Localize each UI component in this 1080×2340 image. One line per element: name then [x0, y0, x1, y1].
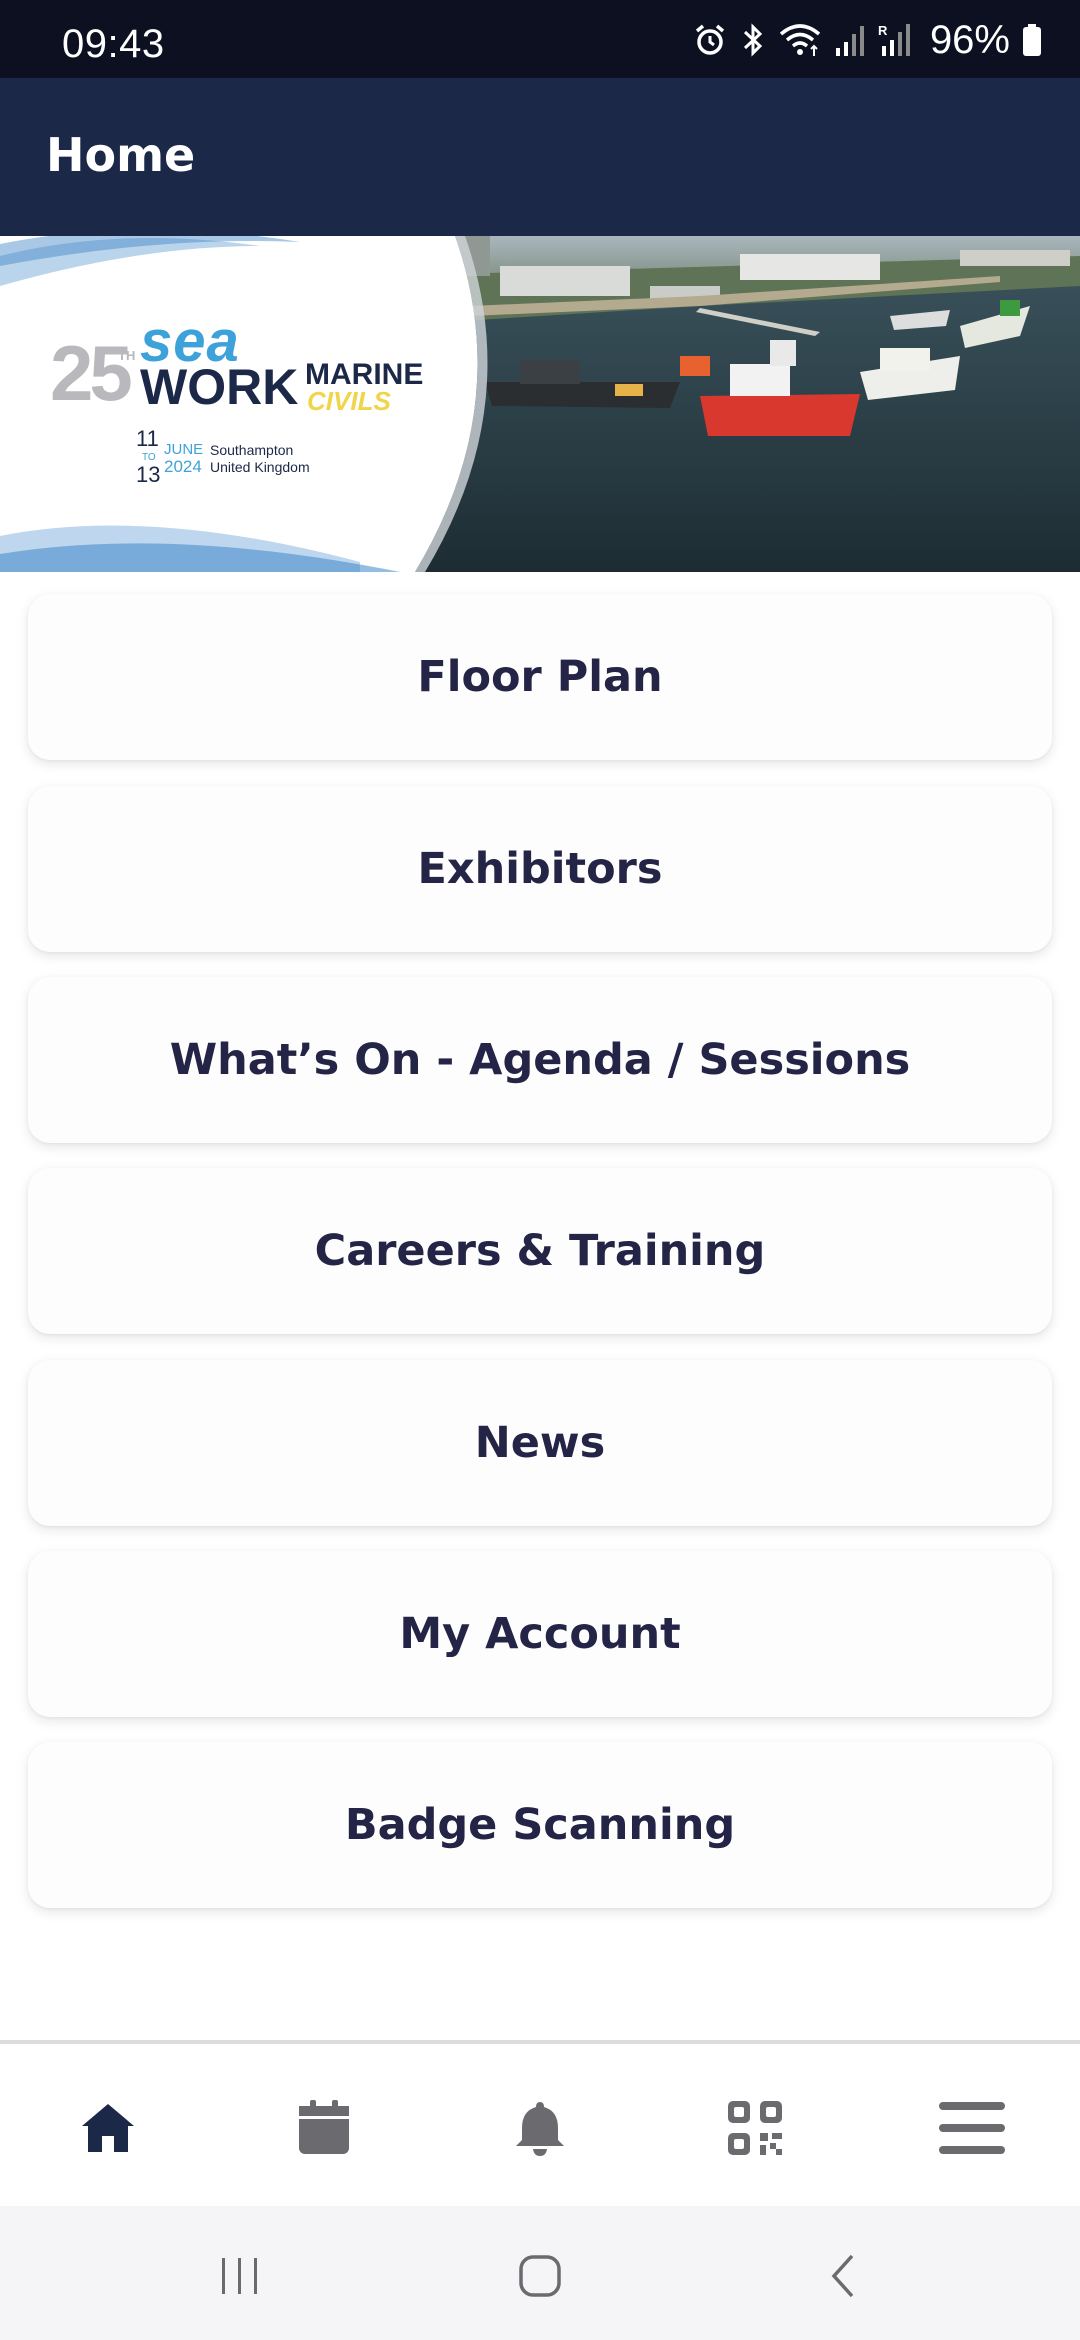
back-icon	[831, 2254, 854, 2298]
battery-percent: 96%	[929, 17, 1010, 62]
menu-item-label: Badge Scanning	[344, 1800, 736, 1850]
status-time: 09:43	[62, 22, 165, 66]
svg-text:R: R	[878, 23, 888, 38]
page-title: Home	[46, 128, 196, 182]
menu-item-floor-plan[interactable]: Floor Plan	[28, 594, 1052, 760]
nav-menu-button[interactable]	[932, 2088, 1012, 2168]
wifi-icon	[778, 22, 822, 58]
alarm-icon	[692, 22, 728, 58]
status-bar: 09:43 R 96%	[0, 0, 1080, 78]
event-month: JUNE	[164, 441, 204, 458]
menu-item-label: News	[474, 1418, 606, 1468]
bottom-navigation	[0, 2040, 1080, 2206]
calendar-icon	[299, 2100, 349, 2154]
signal-roaming-icon: R	[878, 22, 914, 58]
nav-notifications-button[interactable]	[500, 2088, 580, 2168]
logo-work: WORK	[140, 359, 299, 415]
recents-icon	[222, 2258, 257, 2294]
system-navigation-bar	[0, 2206, 1080, 2340]
menu-item-label: Careers & Training	[314, 1226, 766, 1276]
home-icon	[519, 2255, 561, 2297]
recents-button[interactable]	[200, 2236, 280, 2316]
event-banner: 25 TH sea WORK MARINE CIVILS 11 TO 13 JU…	[0, 236, 1080, 572]
logo-edition: 25	[50, 329, 133, 417]
home-icon	[82, 2104, 134, 2152]
signal-icon	[834, 22, 866, 58]
menu-item-label: My Account	[399, 1609, 681, 1659]
menu-item-news[interactable]: News	[28, 1360, 1052, 1526]
event-year: 2024	[164, 457, 202, 476]
battery-icon	[1022, 22, 1042, 58]
menu-item-careers-training[interactable]: Careers & Training	[28, 1168, 1052, 1334]
menu-item-exhibitors[interactable]: Exhibitors	[28, 786, 1052, 952]
nav-calendar-button[interactable]	[284, 2088, 364, 2168]
menu-item-whats-on[interactable]: What’s On - Agenda / Sessions	[28, 977, 1052, 1143]
logo-civils: CIVILS	[307, 386, 391, 416]
menu-item-my-account[interactable]: My Account	[28, 1551, 1052, 1717]
nav-qr-button[interactable]	[715, 2088, 795, 2168]
home-menu: Floor Plan Exhibitors What’s On - Agenda…	[0, 572, 1080, 2042]
system-home-button[interactable]	[500, 2236, 580, 2316]
bell-icon	[516, 2102, 564, 2156]
qr-code-icon	[728, 2101, 782, 2155]
event-end-day: 13	[136, 462, 161, 487]
menu-item-label: Exhibitors	[417, 844, 663, 894]
event-start-day: 11	[136, 426, 159, 451]
back-button[interactable]	[804, 2236, 884, 2316]
menu-item-badge-scanning[interactable]: Badge Scanning	[28, 1742, 1052, 1908]
menu-item-label: What’s On - Agenda / Sessions	[169, 1035, 911, 1085]
menu-item-label: Floor Plan	[417, 652, 663, 702]
bluetooth-icon	[740, 22, 766, 58]
status-icons: R 96%	[692, 18, 1042, 62]
event-country: United Kingdom	[210, 459, 310, 475]
app-bar: Home	[0, 78, 1080, 236]
event-city: Southampton	[210, 442, 294, 458]
menu-icon	[939, 2102, 1005, 2154]
logo-edition-suffix: TH	[118, 348, 136, 363]
nav-home-button[interactable]	[68, 2088, 148, 2168]
